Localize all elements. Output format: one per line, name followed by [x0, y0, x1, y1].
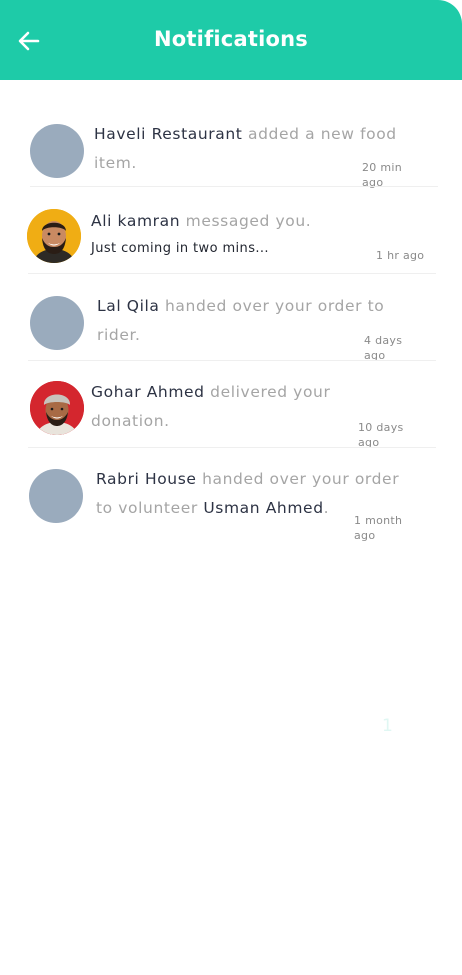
sender-name: Gohar Ahmed — [91, 383, 205, 401]
notification-list: Haveli Restaurant added a new food item.… — [0, 100, 462, 542]
volunteer-name: Usman Ahmed — [203, 499, 324, 517]
avatar-gohar-ahmed — [30, 381, 84, 435]
sender-name: Haveli Restaurant — [94, 125, 243, 143]
man-beanie-photo-icon — [30, 381, 84, 435]
notification-message: Lal Qila handed over your order to rider… — [97, 292, 407, 350]
page-title: Notifications — [154, 27, 308, 51]
sender-name: Ali kamran — [91, 212, 181, 230]
notification-item[interactable]: Lal Qila handed over your order to rider… — [0, 274, 462, 362]
notification-text-end: . — [323, 499, 330, 517]
notification-time: 1 month ago — [354, 514, 403, 542]
notification-item[interactable]: Rabri House handed over your order to vo… — [0, 448, 462, 542]
app-header: Notifications — [0, 0, 462, 80]
notification-message: Gohar Ahmed delivered your donation. — [91, 378, 341, 436]
notification-text: messaged you. — [180, 212, 312, 230]
avatar-placeholder — [29, 469, 83, 523]
avatar-ali-kamran — [27, 209, 81, 263]
message-preview: Just coming in two mins... — [91, 241, 269, 256]
notification-item[interactable]: Haveli Restaurant added a new food item.… — [0, 100, 462, 189]
avatar-placeholder — [30, 296, 84, 350]
notification-time: 4 days ago — [364, 334, 403, 362]
notification-item[interactable]: Gohar Ahmed delivered your donation. 10 … — [0, 361, 462, 449]
sender-name: Lal Qila — [97, 297, 160, 315]
notification-time: 10 days ago — [358, 421, 404, 449]
notification-item[interactable]: Ali kamran messaged you. Just coming in … — [0, 187, 462, 274]
notification-time: 1 hr ago — [376, 249, 425, 262]
man-beard-photo-icon — [27, 209, 81, 263]
notification-message: Haveli Restaurant added a new food item. — [94, 120, 406, 178]
sender-name: Rabri House — [96, 470, 197, 488]
notification-message: Ali kamran messaged you. — [91, 207, 411, 236]
stray-mark: 1 — [382, 716, 393, 736]
avatar-placeholder — [30, 124, 84, 178]
